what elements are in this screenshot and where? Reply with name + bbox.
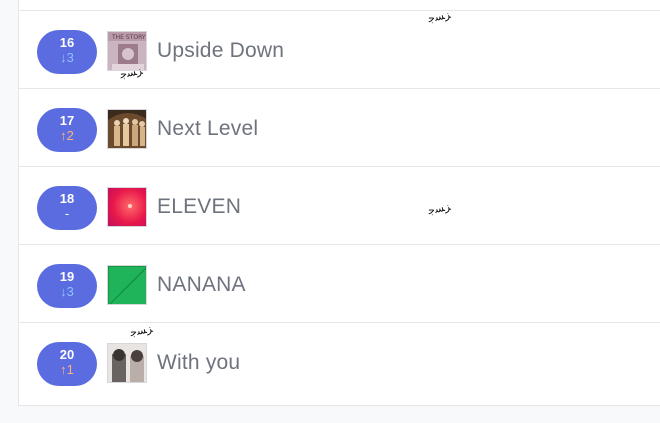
song-title[interactable]: Upside Down [157, 37, 284, 65]
chart-row[interactable]: 18 - ELEVEN [19, 167, 660, 245]
rank-change: ↓3 [60, 50, 74, 65]
rank-change: ↑2 [60, 128, 74, 143]
chart-list-panel: 16 ↓3 THE STORY Upside Down 17 ↑2 Next L… [18, 0, 660, 406]
rank-badge: 18 - [37, 186, 97, 230]
chart-row[interactable]: 19 ↓3 NANANA [19, 245, 660, 323]
song-title[interactable]: ELEVEN [157, 193, 241, 221]
rank-change: ↑1 [60, 362, 74, 377]
song-title[interactable]: NANANA [157, 271, 246, 299]
song-title[interactable]: Next Level [157, 115, 258, 143]
rank-badge: 20 ↑1 [37, 342, 97, 386]
rank-change: - [64, 206, 70, 221]
rank-change: ↓3 [60, 284, 74, 299]
album-cover-image[interactable]: THE STORY [107, 31, 147, 71]
album-cover-image[interactable] [107, 265, 147, 305]
chart-row[interactable]: 20 ↑1 With you [19, 323, 660, 401]
rank-number: 17 [59, 113, 75, 128]
rank-number: 16 [59, 35, 75, 50]
svg-text:THE STORY: THE STORY [111, 34, 146, 41]
rank-number: 19 [59, 269, 75, 284]
rank-badge: 17 ↑2 [37, 108, 97, 152]
album-cover-image[interactable] [107, 109, 147, 149]
album-cover-image[interactable] [107, 343, 147, 383]
chart-row[interactable]: 16 ↓3 THE STORY Upside Down [19, 11, 660, 89]
rank-badge: 19 ↓3 [37, 264, 97, 308]
rank-number: 20 [59, 347, 75, 362]
rank-number: 18 [59, 191, 75, 206]
rank-badge: 16 ↓3 [37, 30, 97, 74]
album-cover-image[interactable] [107, 187, 147, 227]
song-title[interactable]: With you [157, 349, 240, 377]
chart-row[interactable]: 17 ↑2 Next Level [19, 89, 660, 167]
